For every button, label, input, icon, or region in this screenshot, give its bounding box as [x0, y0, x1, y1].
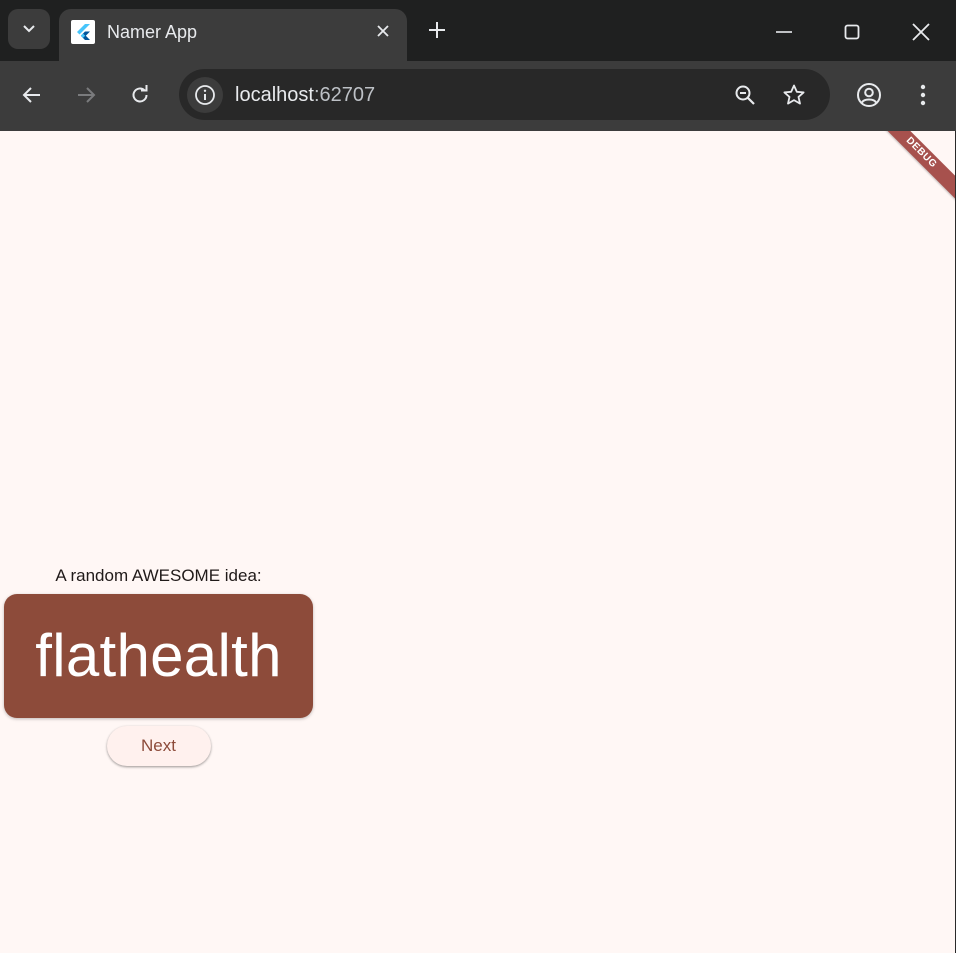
back-arrow-icon: [22, 87, 40, 103]
close-icon: [377, 25, 389, 37]
reload-icon: [132, 85, 148, 103]
profile-button[interactable]: [851, 77, 887, 113]
profile-icon: [857, 83, 881, 107]
maximize-icon: [844, 24, 860, 40]
browser-titlebar: Namer App: [0, 0, 956, 61]
next-button[interactable]: Next: [106, 726, 211, 766]
minimize-icon: [776, 31, 792, 33]
close-tab-button[interactable]: [373, 21, 393, 41]
forward-button[interactable]: [68, 77, 104, 113]
tab-namer-app[interactable]: Namer App: [59, 9, 407, 61]
new-tab-button[interactable]: [424, 17, 450, 43]
tab-title: Namer App: [107, 22, 198, 42]
menu-button[interactable]: [905, 77, 941, 113]
page-viewport: DEBUG A random AWESOME idea: flathealth …: [0, 131, 955, 953]
address-bar[interactable]: localhost:62707: [179, 69, 830, 120]
url-port: :62707: [313, 84, 376, 106]
browser-toolbar: localhost:62707: [0, 61, 956, 131]
zoom-out-icon: [735, 85, 755, 105]
debug-banner: DEBUG: [865, 131, 955, 209]
forward-arrow-icon: [78, 87, 96, 103]
window-close-icon: [912, 23, 930, 41]
zoom-button[interactable]: [731, 81, 759, 109]
idea-label: A random AWESOME idea:: [55, 566, 262, 585]
reload-button[interactable]: [122, 77, 158, 113]
site-info-button[interactable]: [187, 77, 223, 113]
flutter-icon: [71, 20, 95, 44]
info-icon: [195, 85, 215, 105]
bookmark-button[interactable]: [780, 81, 808, 109]
more-vert-icon: [920, 84, 926, 106]
tab-search-button[interactable]: [8, 9, 50, 49]
star-icon: [783, 84, 805, 105]
url-text[interactable]: localhost:62707: [235, 83, 375, 107]
word-pair-card: flathealth: [4, 594, 313, 718]
minimize-button[interactable]: [764, 12, 804, 52]
window-close-button[interactable]: [901, 12, 941, 52]
back-button[interactable]: [14, 77, 50, 113]
plus-icon: [429, 22, 445, 38]
url-host: localhost: [235, 84, 314, 106]
word-pair-text: flathealth: [35, 622, 282, 689]
maximize-button[interactable]: [832, 12, 872, 52]
chevron-down-icon: [23, 25, 35, 33]
idea-column: A random AWESOME idea: flathealth Next: [4, 561, 313, 766]
